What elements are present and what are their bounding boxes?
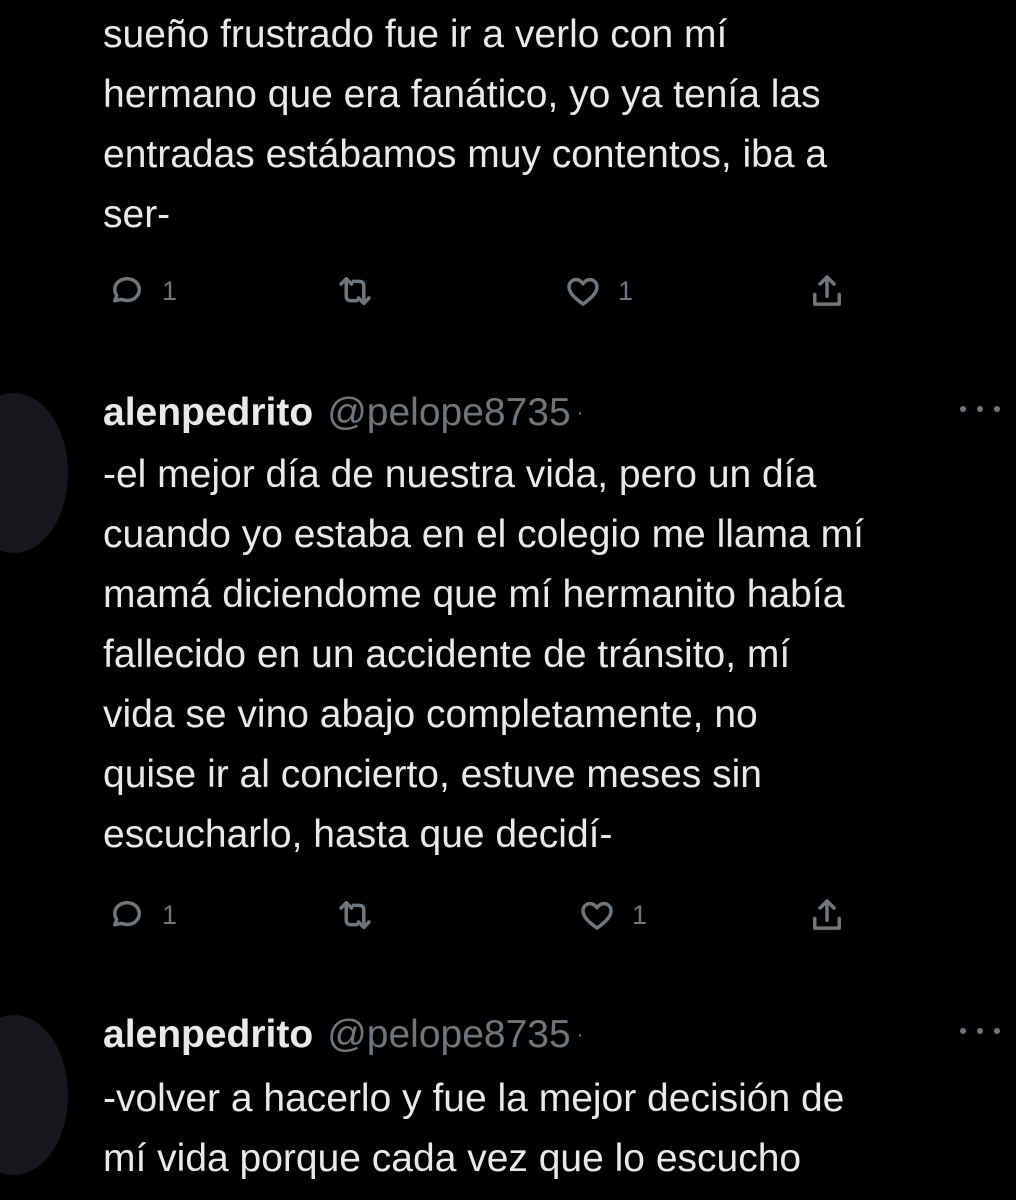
reply-icon [113, 901, 141, 927]
retweet-button[interactable] [334, 890, 376, 940]
tweet-text: sueño frustrado fue ir a verlo con mí he… [103, 13, 828, 236]
user-handle[interactable]: @pelope8735 [327, 1013, 570, 1057]
like-button[interactable]: 1 [562, 266, 633, 316]
avatar[interactable] [0, 1015, 68, 1175]
share-button[interactable] [806, 890, 848, 940]
share-icon [813, 275, 841, 306]
tweet-header: alenpedrito @pelope8735 · [103, 1005, 583, 1065]
heart-icon [567, 277, 599, 306]
retweet-button[interactable] [334, 266, 376, 316]
tweet-3[interactable]: alenpedrito @pelope8735 · -volver a hace… [0, 1005, 1016, 1200]
reply-button[interactable]: 1 [106, 890, 177, 940]
like-button[interactable]: 1 [576, 890, 647, 940]
tweet-actions: 1 1 [0, 266, 1016, 316]
like-count: 1 [632, 899, 648, 930]
tweet-text: -el mejor día de nuestra vida, pero un d… [103, 453, 864, 856]
more-options-icon[interactable] [960, 399, 1000, 419]
heart-icon [581, 901, 613, 930]
reply-button[interactable]: 1 [106, 266, 177, 316]
user-handle[interactable]: @pelope8735 [327, 391, 570, 435]
tweet-1[interactable]: sueño frustrado fue ir a verlo con mí he… [0, 0, 1016, 340]
share-button[interactable] [806, 266, 848, 316]
separator-dot: · [576, 1023, 584, 1046]
username[interactable]: alenpedrito [103, 391, 313, 435]
username[interactable]: alenpedrito [103, 1013, 313, 1057]
retweet-icon [339, 901, 371, 929]
reply-count: 1 [162, 899, 178, 930]
separator-dot: · [576, 401, 584, 424]
tweet-text: -volver a hacerlo y fue la mejor decisió… [103, 1077, 845, 1180]
like-count: 1 [618, 275, 634, 306]
tweet-2[interactable]: alenpedrito @pelope8735 · -el mejor día … [0, 383, 1016, 963]
more-options-icon[interactable] [960, 1021, 1000, 1041]
tweet-header: alenpedrito @pelope8735 · [103, 383, 583, 443]
share-icon [813, 899, 841, 930]
tweet-actions: 1 1 [0, 890, 1016, 940]
avatar[interactable] [0, 393, 68, 553]
retweet-icon [339, 277, 371, 305]
reply-icon [113, 277, 141, 303]
reply-count: 1 [162, 275, 178, 306]
